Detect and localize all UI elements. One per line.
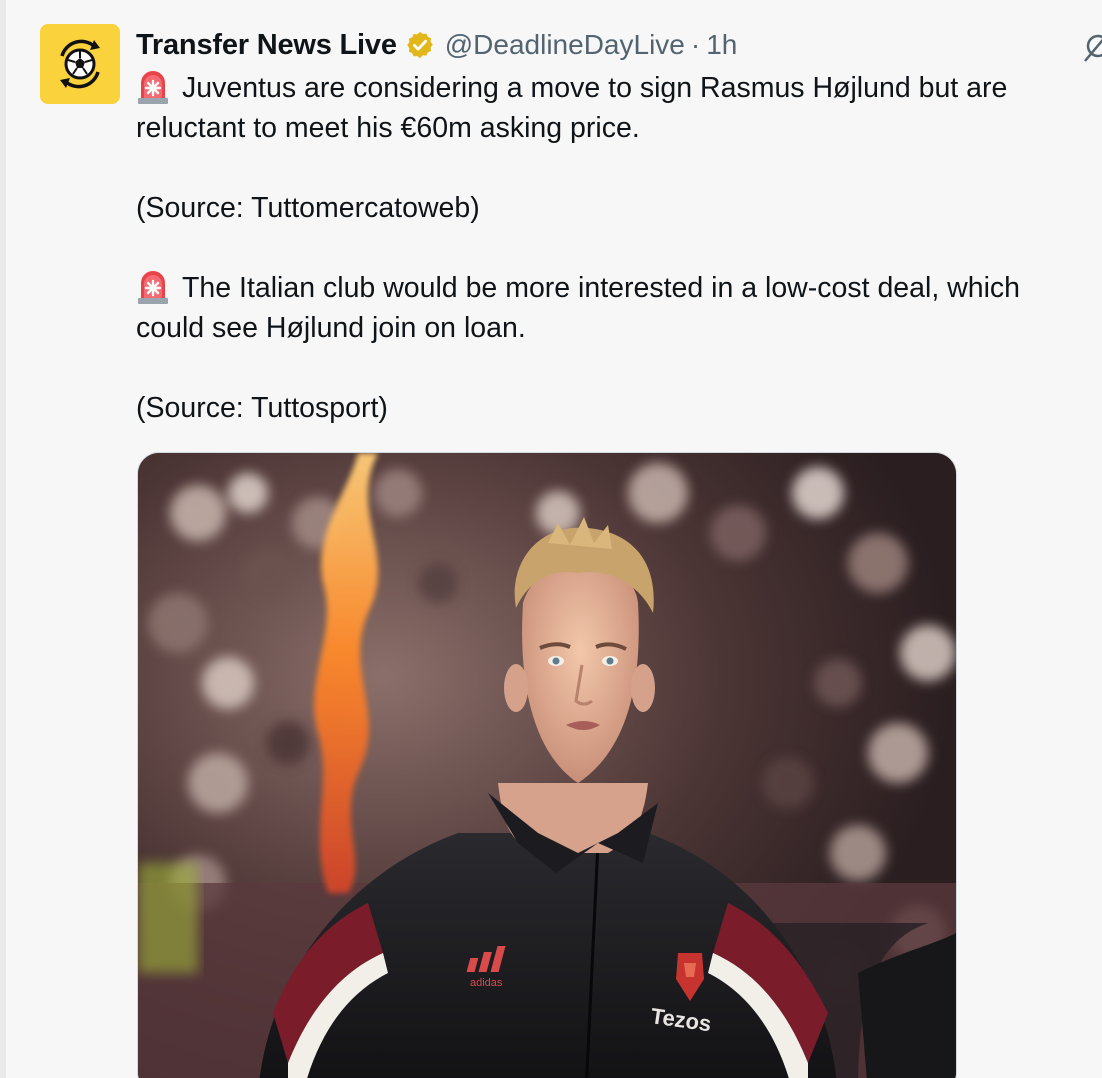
tweet-text-line-3: The Italian club would be more intereste… — [182, 272, 1021, 304]
tweet-text: Juventus are considering a move to sign … — [136, 68, 1102, 428]
text-line: Juventus are considering a move to sign … — [136, 68, 1102, 108]
display-name[interactable]: Transfer News Live — [136, 29, 397, 62]
author-handle[interactable]: @DeadlineDayLive — [445, 29, 685, 61]
text-line: The Italian club would be more intereste… — [136, 268, 1102, 308]
rotating-siren-icon — [138, 271, 168, 304]
separator-dot: · — [690, 29, 701, 60]
player-photo: adidas Tezos — [138, 453, 956, 1078]
tweet-photo[interactable]: adidas Tezos — [137, 452, 957, 1078]
source-text-1: (Source: Tuttomercatoweb) — [136, 192, 480, 224]
tweet-text-line-4: could see Højlund join on loan. — [136, 312, 526, 344]
grok-icon[interactable] — [1080, 30, 1102, 66]
shirt-brand-text: adidas — [470, 977, 503, 989]
text-line: (Source: Tuttomercatoweb) — [136, 188, 1102, 228]
tweet-header: Transfer News Live @DeadlineDayLive · 1h — [136, 26, 737, 64]
rotating-siren-icon — [138, 71, 168, 104]
tweet-card[interactable]: Transfer News Live @DeadlineDayLive · 1h — [6, 0, 1102, 1078]
verified-badge-icon[interactable] — [405, 30, 435, 60]
source-text-2: (Source: Tuttosport) — [136, 392, 388, 424]
soccer-ball-transfer-arrows-icon — [60, 39, 100, 89]
text-line: reluctant to meet his €60m asking price. — [136, 108, 1102, 148]
tweet-text-line-2: reluctant to meet his €60m asking price. — [136, 112, 640, 144]
text-line: (Source: Tuttosport) — [136, 388, 1102, 428]
avatar[interactable] — [40, 24, 120, 104]
text-line: could see Højlund join on loan. — [136, 308, 1102, 348]
timestamp[interactable]: 1h — [706, 29, 737, 61]
tweet-text-line-1: Juventus are considering a move to sign … — [182, 72, 1008, 104]
